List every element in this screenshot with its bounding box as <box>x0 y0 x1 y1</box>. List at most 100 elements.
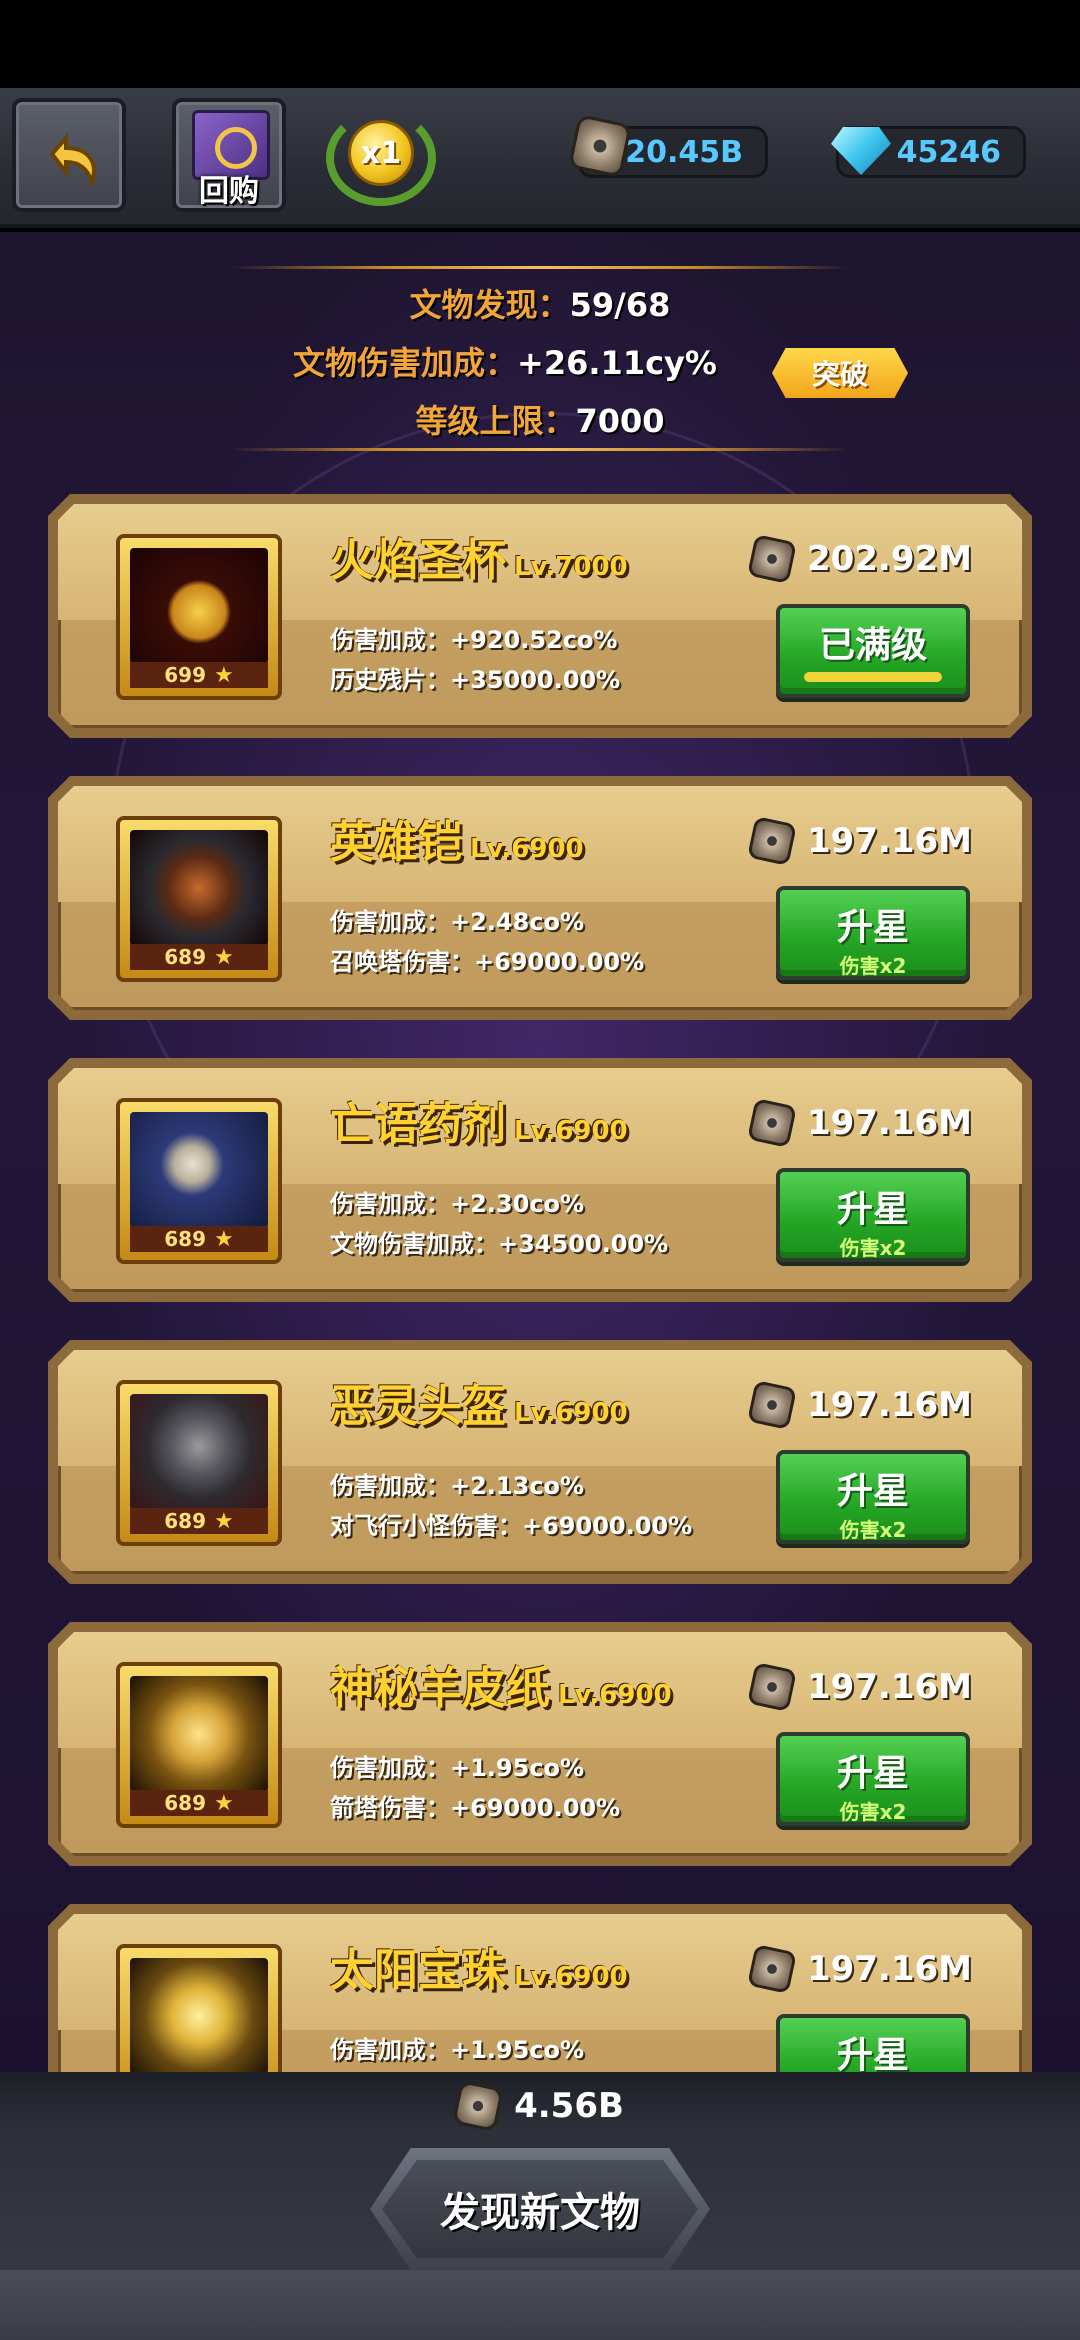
gear-coin-icon <box>747 1380 797 1430</box>
star-up-button[interactable]: 升星 伤害x2 <box>776 1450 970 1544</box>
star-count: 689 <box>164 1509 206 1533</box>
gear-coin-icon <box>747 1662 797 1712</box>
gear-coin-icon <box>747 534 797 584</box>
upgrade-cost: 197.16M <box>751 1102 972 1144</box>
button-label: 升星 <box>836 1189 909 1230</box>
artifact-stat: 箭塔伤害：+69000.00% <box>330 1794 621 1822</box>
star-icon: ★ <box>214 1508 234 1534</box>
artifact-icon-frame[interactable] <box>116 1944 282 2072</box>
artifact-level: Lv.7000 <box>514 552 628 582</box>
mystic-scroll-icon <box>130 1676 268 1792</box>
star-icon: ★ <box>214 1790 234 1816</box>
undo-arrow-icon <box>49 132 96 189</box>
artifact-stat: 伤害加成：+2.30co% <box>330 1190 585 1218</box>
max-level-bar <box>804 672 942 682</box>
star-count: 699 <box>164 663 206 687</box>
level-cap-label: 等级上限： <box>415 402 576 440</box>
gear-coin-icon <box>747 816 797 866</box>
bottom-floor <box>0 2270 1080 2340</box>
damage-bonus-value: +26.11cy% <box>517 344 717 382</box>
speed-multiplier-badge[interactable]: x1 <box>322 110 440 206</box>
level-cap-value: 7000 <box>575 402 665 440</box>
star-level: 689 ★ <box>130 1508 268 1534</box>
artifact-stat: 伤害加成：+920.52co% <box>330 626 618 654</box>
star-up-button[interactable]: 升星 伤害x2 <box>776 886 970 980</box>
bottom-bar: 4.56B 发现新文物 <box>0 2072 1080 2340</box>
artifact-stat: 伤害加成：+1.95co% <box>330 1754 585 1782</box>
artifact-card: 太阳宝珠 Lv.6900 197.16M 伤害加成：+1.95co% 升星 <box>48 1904 1032 2072</box>
skull-potion-icon <box>130 1112 268 1228</box>
buyback-button[interactable]: 回购 <box>172 98 286 212</box>
artifact-card: 699 ★ 火焰圣杯 Lv.7000 202.92M 伤害加成：+920.52co%… <box>48 494 1032 738</box>
artifact-card: 689 ★ 英雄铠 Lv.6900 197.16M 伤害加成：+2.48co% 召唤… <box>48 776 1032 1020</box>
artifact-name: 恶灵头盔 Lv.6900 <box>330 1370 628 1434</box>
star-icon: ★ <box>214 1226 234 1252</box>
artifact-stat: 召唤塔伤害：+69000.00% <box>330 948 645 976</box>
cost-value: 197.16M <box>806 1949 972 1989</box>
gold-amount: 20.45B <box>625 134 743 170</box>
breakthrough-button[interactable]: 突破 <box>772 348 908 398</box>
gear-coin-icon <box>747 1098 797 1148</box>
button-label: 升星 <box>836 2035 909 2072</box>
artifact-icon-frame[interactable]: 689 ★ <box>116 1380 282 1546</box>
artifact-icon-frame[interactable]: 689 ★ <box>116 816 282 982</box>
artifact-stat: 文物伤害加成：+34500.00% <box>330 1230 669 1258</box>
button-sublabel: 伤害x2 <box>839 1518 907 1542</box>
upgrade-cost: 197.16M <box>751 1948 972 1990</box>
level-cap-row: 等级上限：7000 <box>0 396 1080 442</box>
discover-cost-value: 4.56B <box>514 2086 624 2126</box>
back-button[interactable] <box>12 98 126 212</box>
artifact-icon-frame[interactable]: 699 ★ <box>116 534 282 700</box>
artifact-name-text: 英雄铠 <box>330 817 462 868</box>
button-sublabel: 伤害x2 <box>839 954 907 978</box>
cost-value: 197.16M <box>806 821 972 861</box>
artifact-stat: 伤害加成：+2.13co% <box>330 1472 585 1500</box>
artifact-name: 火焰圣杯 Lv.7000 <box>330 524 628 588</box>
artifact-name-text: 太阳宝珠 <box>330 1945 506 1996</box>
gear-coin-icon <box>452 2079 505 2133</box>
artifact-level: Lv.6900 <box>514 1116 628 1146</box>
artifact-card: 689 ★ 神秘羊皮纸 Lv.6900 197.16M 伤害加成：+1.95co% … <box>48 1622 1032 1866</box>
divider <box>230 448 850 451</box>
artifact-level: Lv.6900 <box>558 1680 672 1710</box>
artifact-name: 太阳宝珠 Lv.6900 <box>330 1934 628 1998</box>
star-count: 689 <box>164 1227 206 1251</box>
artifact-name-text: 恶灵头盔 <box>330 1381 506 1432</box>
star-level: 689 ★ <box>130 1790 268 1816</box>
damage-bonus-label: 文物伤害加成： <box>293 344 518 382</box>
damage-bonus-row: 文物伤害加成：+26.11cy% <box>0 338 1080 384</box>
artifact-stat: 历史残片：+35000.00% <box>330 666 621 694</box>
speed-multiplier-label: x1 <box>348 120 414 186</box>
artifact-icon-frame[interactable]: 689 ★ <box>116 1098 282 1264</box>
button-sublabel: 伤害x2 <box>839 1800 907 1824</box>
artifact-name: 神秘羊皮纸 Lv.6900 <box>330 1652 672 1716</box>
max-level-button[interactable]: 已满级 <box>776 604 970 698</box>
star-up-button[interactable]: 升星 伤害x2 <box>776 1168 970 1262</box>
upgrade-cost: 202.92M <box>751 538 972 580</box>
buyback-label: 回购 <box>199 174 259 209</box>
cost-value: 197.16M <box>806 1667 972 1707</box>
artifact-name-text: 亡语药剂 <box>330 1099 506 1150</box>
upgrade-cost: 197.16M <box>751 1666 972 1708</box>
star-icon: ★ <box>214 662 234 688</box>
artifact-stat: 对飞行小怪伤害：+69000.00% <box>330 1512 693 1540</box>
gold-resource: 20.45B <box>567 113 768 179</box>
button-sublabel: 伤害x2 <box>839 1236 907 1260</box>
artifact-icon-frame[interactable]: 689 ★ <box>116 1662 282 1828</box>
button-label: 升星 <box>836 1471 909 1512</box>
gem-amount: 45246 <box>896 134 1001 170</box>
discovered-value: 59/68 <box>569 286 671 324</box>
artifact-name: 英雄铠 Lv.6900 <box>330 806 584 870</box>
cost-value: 197.16M <box>806 1385 972 1425</box>
star-up-button[interactable]: 升星 伤害x2 <box>776 1732 970 1826</box>
cost-value: 202.92M <box>806 539 972 579</box>
upgrade-cost: 197.16M <box>751 820 972 862</box>
evil-helmet-icon <box>130 1394 268 1510</box>
discover-artifact-button[interactable]: 发现新文物 <box>370 2148 710 2270</box>
status-bar <box>0 0 1080 88</box>
gem-resource: 45246 <box>831 126 1026 178</box>
star-up-button[interactable]: 升星 <box>776 2014 970 2072</box>
artifact-level: Lv.6900 <box>514 1398 628 1428</box>
button-label: 升星 <box>836 907 909 948</box>
star-icon: ★ <box>214 944 234 970</box>
